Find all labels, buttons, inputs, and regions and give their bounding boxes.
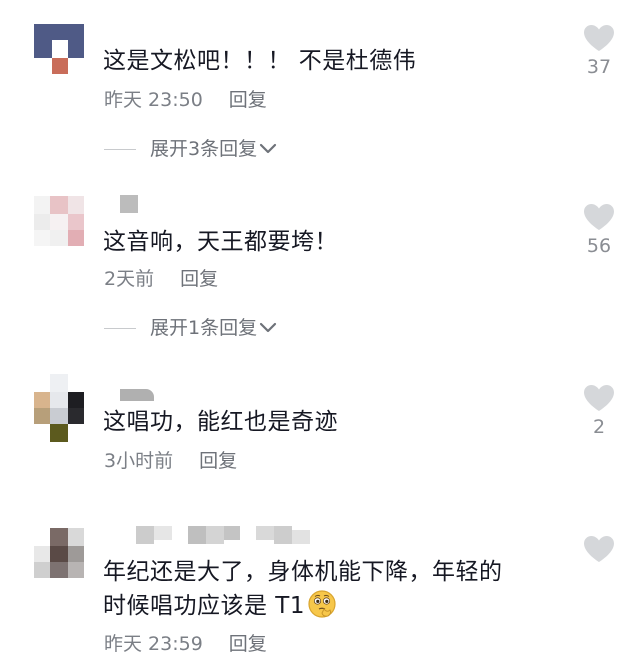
divider <box>104 148 136 150</box>
avatar[interactable] <box>34 374 84 442</box>
reply-button[interactable]: 回复 <box>180 268 218 290</box>
chevron-down-icon <box>259 143 277 154</box>
comment-time: 昨天 23:59 <box>104 633 203 655</box>
heart-icon <box>584 204 614 230</box>
like-button[interactable]: 37 <box>578 24 620 78</box>
comment-time: 昨天 23:50 <box>104 89 203 111</box>
reply-button[interactable]: 回复 <box>229 89 267 111</box>
expand-replies-label: 展开1条回复 <box>150 317 258 339</box>
chevron-down-icon <box>259 322 277 333</box>
heart-icon <box>584 385 614 411</box>
avatar[interactable] <box>34 24 84 74</box>
expand-replies-button[interactable]: 展开3条回复 <box>104 137 277 161</box>
comment-meta: 2天前 回复 <box>104 267 218 291</box>
like-button[interactable]: 56 <box>578 203 620 257</box>
username[interactable] <box>104 195 144 213</box>
comment-time: 2天前 <box>104 268 155 290</box>
comment-text-line: 时候唱功应该是 T1 <box>103 589 503 623</box>
divider <box>104 327 136 329</box>
heart-icon <box>584 536 614 562</box>
like-count: 56 <box>586 235 612 257</box>
expand-replies-label: 展开3条回复 <box>150 138 258 160</box>
reply-button[interactable]: 回复 <box>199 450 237 472</box>
username[interactable] <box>104 526 324 544</box>
heart-icon <box>584 25 614 51</box>
like-count: 2 <box>592 416 606 438</box>
comment-meta: 3小时前 回复 <box>104 449 237 473</box>
comment-meta: 昨天 23:50 回复 <box>104 88 267 112</box>
like-count: 37 <box>586 56 612 78</box>
expand-replies-button[interactable]: 展开1条回复 <box>104 316 277 340</box>
comment-text-line: 年纪还是大了，身体机能下降，年轻的 <box>103 559 503 585</box>
thinking-face-emoji <box>307 589 337 619</box>
comment-text: 这是文松吧！！！ 不是杜德伟 <box>103 48 417 74</box>
like-button[interactable] <box>578 535 620 563</box>
comment-meta: 昨天 23:59 回复 <box>104 632 267 656</box>
avatar[interactable] <box>34 196 84 246</box>
comment-text: 这唱功，能红也是奇迹 <box>103 409 338 435</box>
comment-text: 这音响，天王都要垮！ <box>103 229 338 255</box>
reply-button[interactable]: 回复 <box>229 633 267 655</box>
like-button[interactable]: 2 <box>578 384 620 438</box>
comment-time: 3小时前 <box>104 450 174 472</box>
avatar[interactable] <box>34 528 84 578</box>
comment-text: 年纪还是大了，身体机能下降，年轻的 时候唱功应该是 T1 <box>103 555 503 623</box>
